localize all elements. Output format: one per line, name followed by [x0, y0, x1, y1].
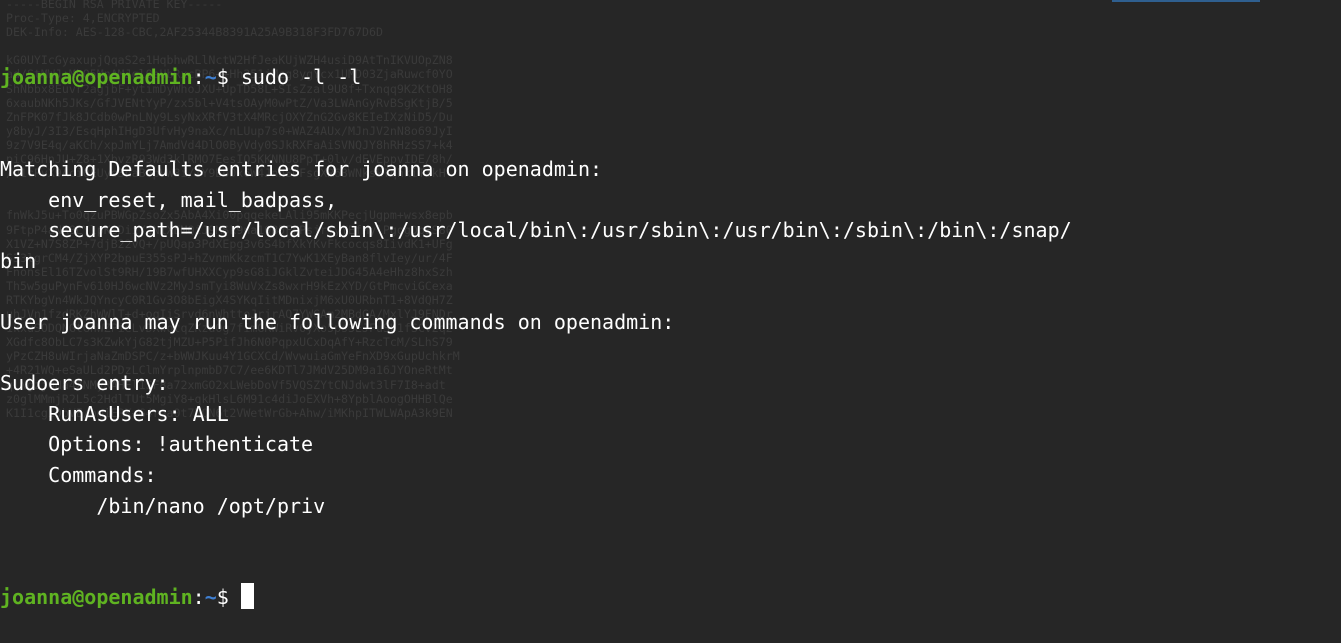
output-line: User joanna may run the following comman… [0, 309, 675, 334]
output-line: Sudoers entry: [0, 371, 169, 396]
command-line: joanna@openadmin:~$ sudo -l -l [0, 62, 1072, 93]
prompt-symbol: $ [216, 65, 241, 90]
text-cursor[interactable] [240, 583, 254, 610]
terminal[interactable]: joanna@openadmin:~$ sudo -l -l Matching … [0, 1, 1072, 643]
prompt-user-host: joanna@openadmin [0, 585, 193, 610]
prompt-separator: : [192, 585, 205, 610]
prompt-separator: : [192, 65, 205, 90]
output-line: Commands: [0, 462, 157, 487]
active-tab-indicator [1112, 0, 1260, 2]
output-line: secure_path=/usr/local/sbin\:/usr/local/… [0, 218, 1072, 243]
command-output: Matching Defaults entries for joanna on … [0, 154, 1072, 521]
output-line: bin [0, 248, 37, 273]
output-line: /bin/nano /opt/priv [0, 493, 326, 518]
prompt-symbol: $ [216, 585, 241, 610]
current-prompt-line[interactable]: joanna@openadmin:~$ [0, 582, 1072, 613]
prompt-cwd: ~ [204, 65, 217, 90]
output-line: Options: !authenticate [0, 432, 314, 457]
output-line: Matching Defaults entries for joanna on … [0, 156, 603, 181]
prompt-user-host: joanna@openadmin [0, 65, 193, 90]
output-line: RunAsUsers: ALL [0, 401, 229, 426]
output-line: env_reset, mail_badpass, [0, 187, 338, 212]
prompt-cwd: ~ [204, 585, 217, 610]
command-text: sudo -l -l [240, 65, 362, 90]
